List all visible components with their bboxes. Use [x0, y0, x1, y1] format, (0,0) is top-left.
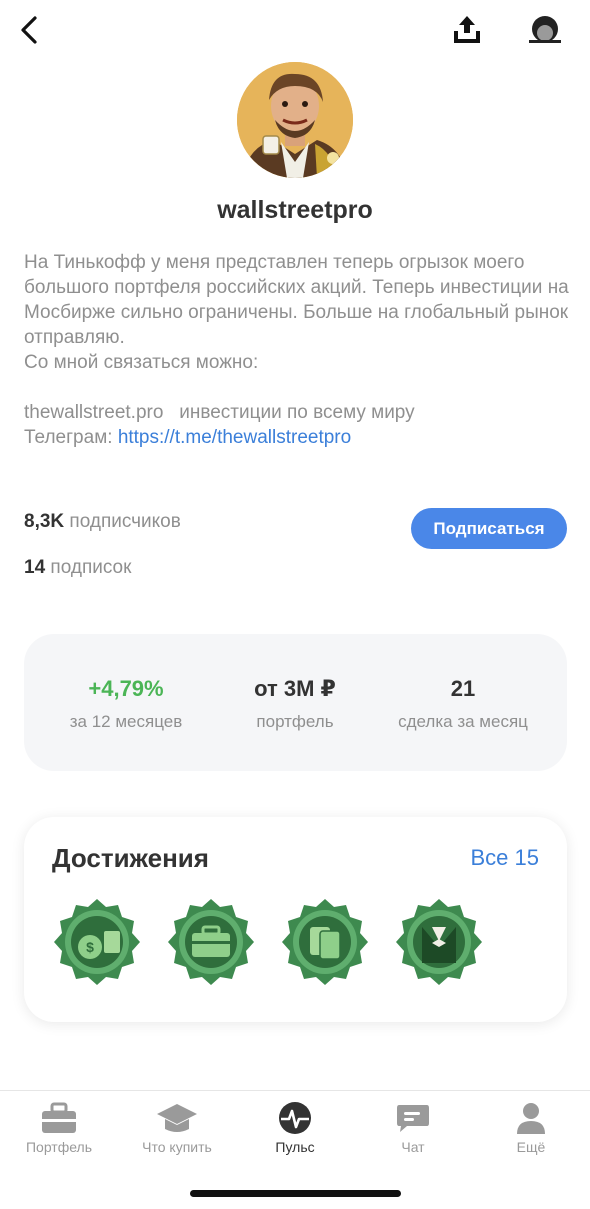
tab-label: Что купить — [142, 1139, 212, 1155]
stat-portfolio: от 3М ₽ портфель — [205, 676, 385, 732]
graduation-cap-icon — [157, 1104, 197, 1132]
tab-label: Пульс — [275, 1139, 315, 1155]
theme-toggle-icon[interactable] — [527, 14, 563, 46]
avatar — [237, 62, 353, 178]
briefcase-badge-icon[interactable] — [166, 897, 256, 987]
tab-label: Ещё — [516, 1139, 546, 1155]
chat-icon — [397, 1105, 429, 1132]
briefcase-icon — [42, 1102, 76, 1133]
achievements-card: Достижения Все 15 $ — [24, 817, 567, 1022]
following-label: подписок — [50, 557, 132, 578]
stat-yield: +4,79% за 12 месяцев — [36, 676, 216, 732]
bio-text: На Тинькофф у меня представлен теперь ог… — [24, 252, 575, 348]
home-indicator — [190, 1190, 401, 1197]
subscribe-button[interactable]: Подписаться — [411, 508, 567, 549]
tab-chat[interactable]: Чат — [354, 1101, 472, 1155]
achievements-title: Достижения — [52, 843, 209, 873]
tab-label: Чат — [401, 1139, 425, 1155]
avatar-portrait-icon — [237, 62, 353, 178]
tab-portfolio[interactable]: Портфель — [0, 1101, 118, 1155]
stat-yield-value: +4,79% — [88, 676, 164, 701]
svg-text:$: $ — [86, 939, 94, 955]
tab-more[interactable]: Ещё — [472, 1101, 590, 1155]
person-icon — [517, 1103, 545, 1134]
cards-badge-icon[interactable] — [280, 897, 370, 987]
subscribers-value: 8,3K — [24, 511, 65, 532]
following-value: 14 — [24, 557, 46, 578]
stat-deals-label: сделка за месяц — [398, 712, 528, 731]
achievements-all-link[interactable]: Все 15 — [471, 845, 540, 871]
stat-deals: 21 сделка за месяц — [373, 676, 553, 732]
top-bar — [0, 0, 590, 60]
back-arrow-icon[interactable] — [14, 14, 46, 46]
portfolio-stats-card: +4,79% за 12 месяцев от 3М ₽ портфель 21… — [24, 634, 567, 771]
profile-bio: На Тинькофф у меня представлен теперь ог… — [24, 250, 569, 450]
telegram-prefix: Телеграм: — [24, 427, 118, 448]
stat-yield-label: за 12 месяцев — [69, 712, 183, 731]
telegram-link[interactable]: https://t.me/thewallstreetpro — [118, 427, 351, 448]
bio-spacer — [24, 375, 569, 400]
tab-label: Портфель — [25, 1139, 93, 1155]
bio-telegram: Телеграм: https://t.me/thewallstreetpro — [24, 425, 569, 450]
tab-what-to-buy[interactable]: Что купить — [118, 1101, 236, 1155]
bio-contact-line: Со мной связаться можно: — [24, 352, 259, 373]
stat-deals-value: 21 — [450, 676, 476, 701]
share-icon[interactable] — [450, 13, 484, 47]
username: wallstreetpro — [217, 196, 373, 224]
tab-pulse[interactable]: Пульс — [236, 1101, 354, 1155]
subscribers-count[interactable]: 8,3K подписчиков — [24, 511, 181, 533]
bio-site: thewallstreet.pro инвестиции по всему ми… — [24, 402, 415, 423]
pulse-icon — [279, 1102, 311, 1134]
tuxedo-badge-icon[interactable] — [394, 897, 484, 987]
following-count[interactable]: 14 подписок — [24, 557, 131, 579]
money-badge-icon[interactable]: $ — [52, 897, 142, 987]
stat-portfolio-value: от 3М ₽ — [254, 676, 336, 701]
stat-portfolio-label: портфель — [256, 712, 334, 731]
subscribers-label: подписчиков — [69, 511, 181, 532]
